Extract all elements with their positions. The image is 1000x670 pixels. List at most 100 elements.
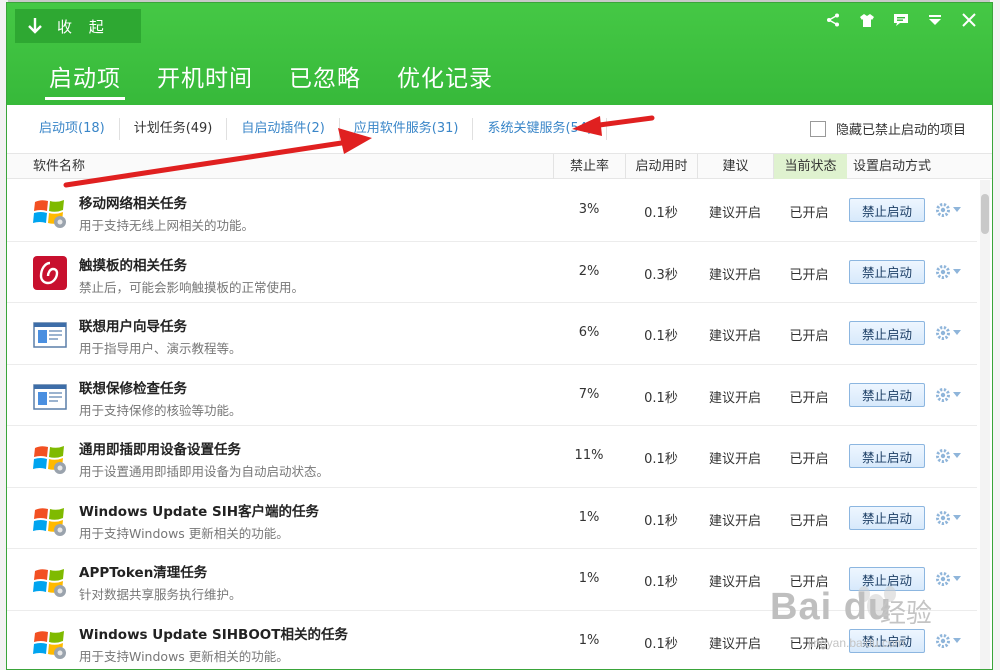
suggestion: 建议开启: [708, 636, 761, 652]
task-description: 用于支持保修的核验等功能。: [79, 402, 242, 418]
table-row[interactable]: 联想保修检查任务 用于支持保修的核验等功能。 7% 0.1秒 建议开启 已开启 禁止启动: [7, 364, 977, 426]
gear-settings-dropdown[interactable]: [935, 385, 961, 405]
main-tabs: 启动项 开机时间 已忽略 优化记录: [45, 59, 497, 100]
subtab-app-services[interactable]: 应用软件服务(31): [340, 118, 474, 140]
startup-time: 0.1秒: [644, 513, 678, 529]
tab-boot-time[interactable]: 开机时间: [153, 59, 257, 100]
suggestion: 建议开启: [708, 206, 761, 221]
gear-settings-dropdown[interactable]: [935, 323, 961, 343]
collapse-button[interactable]: 收 起: [15, 9, 141, 43]
windows-flag-icon: [31, 438, 69, 476]
menu-icon[interactable]: [926, 11, 944, 29]
task-title: 联想保修检查任务: [79, 380, 187, 397]
startup-time: 0.1秒: [644, 329, 678, 344]
gear-settings-dropdown[interactable]: [935, 446, 961, 466]
hide-disabled-option[interactable]: 隐藏已禁止启动的项目: [809, 119, 966, 138]
windows-flag-icon: [31, 500, 69, 538]
task-title: Windows Update SIHBOOT相关的任务: [79, 626, 348, 643]
scroll-thumb[interactable]: [981, 194, 989, 234]
table-row[interactable]: 通用即插即用设备设置任务 用于设置通用即插即用设备为自动启动状态。 11% 0.1秒 建…: [7, 426, 977, 488]
arrow-down-icon: [28, 18, 42, 34]
current-state: 已开启: [789, 390, 829, 406]
sub-tabs: 启动项(18) 计划任务(49) 自启动插件(2) 应用软件服务(31) 系统关…: [7, 105, 992, 153]
current-state: 已开启: [789, 206, 829, 221]
gear-icon: [936, 203, 950, 217]
table-row[interactable]: 联想用户向导任务 用于指导用户、演示教程等。 6% 0.1秒 建议开启 已开启 禁止启动: [7, 303, 977, 365]
task-description: 针对数据共享服务执行维护。: [79, 587, 242, 602]
chevron-down-icon: [953, 268, 961, 274]
startup-time: 0.1秒: [644, 636, 678, 652]
windows-flag-icon: [31, 623, 69, 661]
disable-startup-button[interactable]: 禁止启动: [849, 321, 925, 345]
subtab-startup[interactable]: 启动项(18): [25, 118, 120, 140]
window-controls: [824, 11, 978, 29]
hide-disabled-checkbox[interactable]: [809, 120, 826, 137]
task-title: Windows Update SIH客户端的任务: [79, 503, 320, 520]
tab-ignored[interactable]: 已忽略: [285, 59, 365, 100]
close-icon[interactable]: [960, 11, 978, 29]
gear-icon: [936, 510, 950, 525]
table-row[interactable]: 触摸板的相关任务 禁止后，可能会影响触摸板的正常使用。 2% 0.3秒 建议开启 已开启 禁…: [7, 241, 977, 303]
task-description: 禁止后，可能会影响触摸板的正常使用。: [79, 279, 305, 295]
col-time[interactable]: 启动用时: [625, 154, 697, 179]
gear-settings-dropdown[interactable]: [935, 262, 961, 282]
disable-rate: 1%: [578, 632, 600, 648]
task-description: 用于支持无线上网相关的功能。: [79, 218, 255, 233]
touchpad-icon: [31, 254, 69, 292]
watermark-brand: Bai du: [770, 586, 893, 628]
current-state: 已开启: [789, 452, 829, 467]
task-description: 用于指导用户、演示教程等。: [79, 341, 242, 356]
watermark-url: jingyan.baidu.com: [808, 636, 905, 650]
table-row[interactable]: Windows Update SIH客户端的任务 用于支持Windows 更新相关…: [7, 487, 977, 549]
startup-manager-window: 收 起 启动项 开机时间 已忽略 优化记录 启动项(18) 计划任务(49) 自…: [6, 2, 993, 670]
suggestion: 建议开启: [708, 329, 761, 344]
suggestion: 建议开启: [708, 575, 761, 590]
startup-time: 0.1秒: [644, 452, 678, 467]
disable-startup-button[interactable]: 禁止启动: [849, 444, 925, 468]
shirt-icon[interactable]: [858, 11, 876, 29]
col-name[interactable]: 软件名称: [7, 154, 553, 179]
disable-rate: 2%: [578, 263, 600, 279]
message-icon[interactable]: [892, 11, 910, 29]
table-row[interactable]: 移动网络相关任务 用于支持无线上网相关的功能。 3% 0.1秒 建议开启 已开启 禁止启动: [7, 180, 977, 242]
share-icon[interactable]: [824, 11, 842, 29]
task-description: 用于支持Windows 更新相关的功能。: [79, 525, 289, 541]
windows-flag-icon: [31, 192, 69, 230]
chevron-down-icon: [953, 514, 961, 520]
chevron-down-icon: [953, 330, 961, 335]
gear-settings-dropdown[interactable]: [935, 200, 961, 220]
gear-settings-dropdown[interactable]: [935, 508, 961, 528]
current-state: 已开启: [789, 513, 829, 529]
chevron-down-icon: [953, 453, 961, 458]
subtab-scheduled-tasks[interactable]: 计划任务(49): [120, 118, 228, 140]
task-title: 通用即插即用设备设置任务: [79, 442, 241, 458]
disable-startup-button[interactable]: 禁止启动: [849, 198, 925, 222]
window-app-icon: [31, 377, 69, 415]
disable-startup-button[interactable]: 禁止启动: [849, 382, 925, 407]
tab-startup-items[interactable]: 启动项: [45, 59, 125, 100]
disable-rate: 11%: [574, 448, 604, 463]
gear-icon: [936, 264, 950, 279]
subtab-system-services[interactable]: 系统关键服务(54): [473, 118, 608, 140]
col-action: 设置启动方式: [852, 159, 931, 174]
gear-icon: [936, 326, 950, 340]
current-state: 已开启: [789, 267, 829, 283]
disable-startup-button[interactable]: 禁止启动: [849, 505, 925, 530]
col-rate[interactable]: 禁止率: [553, 154, 625, 179]
col-suggest[interactable]: 建议: [697, 154, 773, 179]
col-state[interactable]: 当前状态: [773, 154, 847, 179]
task-title: APPToken清理任务: [79, 565, 208, 581]
disable-rate: 1%: [578, 571, 600, 586]
disable-startup-button[interactable]: 禁止启动: [849, 259, 925, 284]
disable-rate: 6%: [578, 325, 600, 340]
suggestion: 建议开启: [708, 267, 761, 283]
startup-time: 0.1秒: [644, 390, 678, 406]
header-bar: 收 起 启动项 开机时间 已忽略 优化记录: [7, 3, 992, 105]
window-app-icon: [31, 315, 69, 353]
gear-icon: [936, 449, 950, 463]
subtab-autostart-plugins[interactable]: 自启动插件(2): [227, 118, 340, 140]
chevron-down-icon: [953, 391, 961, 397]
startup-time: 0.1秒: [644, 575, 678, 590]
disable-rate: 1%: [578, 509, 600, 525]
tab-optimize-log[interactable]: 优化记录: [393, 59, 497, 100]
